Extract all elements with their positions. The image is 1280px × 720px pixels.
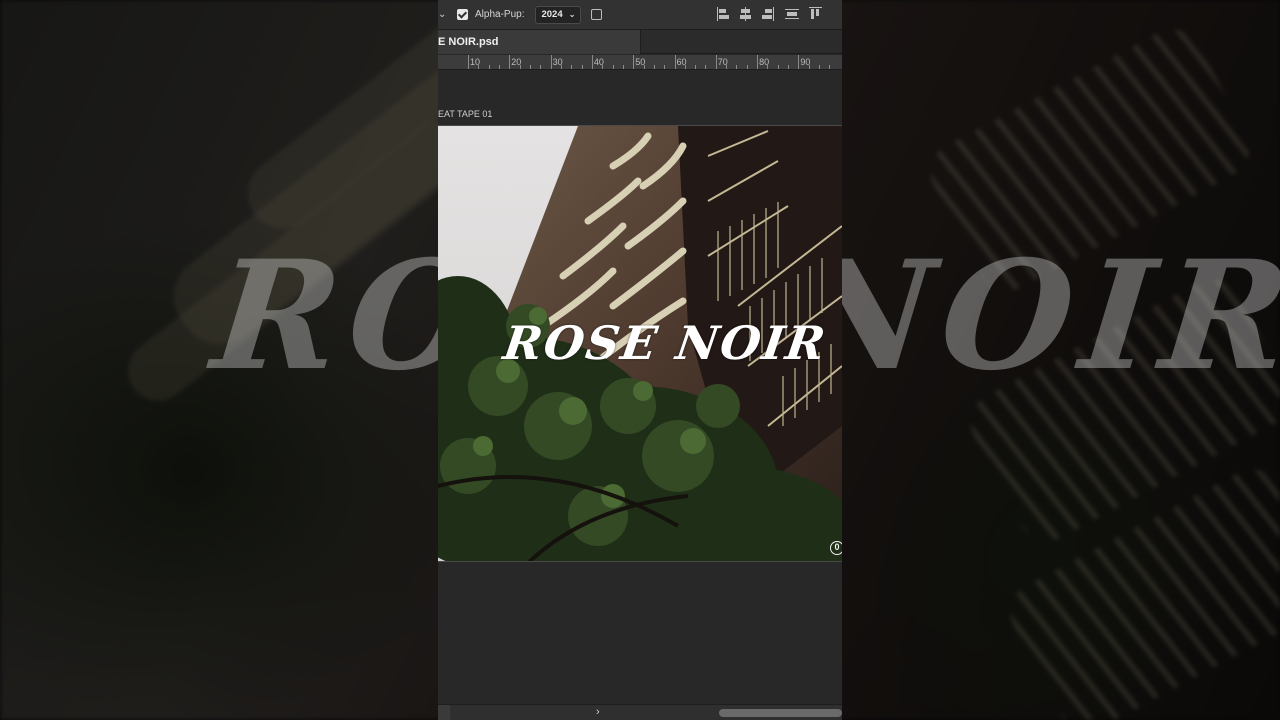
ruler-minor-mark bbox=[684, 65, 686, 69]
ruler-minor-mark bbox=[529, 65, 531, 69]
artboard-canvas: ROSE NOIR 0 bbox=[438, 125, 842, 562]
options-bar: ⌄ Alpha-Pup: 2024 ⌄ bbox=[438, 0, 842, 30]
ruler-minor-mark bbox=[560, 65, 562, 69]
ruler-major-mark bbox=[468, 55, 469, 69]
ruler-minor-mark bbox=[819, 65, 821, 69]
ruler-minor-mark bbox=[612, 65, 614, 69]
chevron-right-icon[interactable]: › bbox=[596, 706, 600, 718]
auto-select-checkbox[interactable] bbox=[457, 9, 468, 20]
distribute-vertical-icon[interactable] bbox=[784, 6, 800, 22]
horizontal-scrollbar[interactable]: › bbox=[438, 704, 842, 720]
ruler-minor-mark bbox=[736, 65, 738, 69]
ruler-minor-mark bbox=[622, 65, 624, 69]
document-tab[interactable]: E NOIR.psd bbox=[438, 30, 641, 54]
document-tab-bar: E NOIR.psd bbox=[438, 30, 842, 54]
ruler-minor-mark bbox=[777, 65, 779, 69]
align-horizontal-centers-icon[interactable] bbox=[739, 6, 753, 22]
ruler-major-mark bbox=[674, 55, 676, 69]
photoshop-window: ⌄ Alpha-Pup: 2024 ⌄ E NOIR.psd 10 20 30 … bbox=[438, 0, 842, 720]
scrollbar-thumb[interactable] bbox=[719, 709, 842, 717]
ruler-major-mark bbox=[591, 55, 593, 69]
ruler-minor-mark bbox=[653, 65, 655, 69]
horizontal-ruler: 10 20 30 40 50 60 70 80 90 bbox=[438, 55, 842, 70]
show-transform-controls-checkbox[interactable] bbox=[591, 9, 603, 20]
ruler-major-mark bbox=[509, 55, 511, 69]
ruler-minor-mark bbox=[478, 65, 480, 69]
ruler-minor-mark bbox=[767, 65, 769, 69]
ruler-minor-mark bbox=[746, 65, 748, 69]
ruler-minor-mark bbox=[643, 65, 645, 69]
align-left-edges-icon[interactable] bbox=[716, 6, 730, 22]
ruler-minor-mark bbox=[540, 65, 542, 69]
ruler-major-mark bbox=[798, 55, 800, 69]
chevron-down-icon[interactable]: ⌄ bbox=[438, 9, 446, 20]
ruler-major-mark bbox=[757, 55, 759, 69]
align-top-edges-icon[interactable] bbox=[808, 6, 822, 22]
ruler-minor-mark bbox=[519, 65, 521, 69]
ruler-minor-mark bbox=[488, 65, 490, 69]
chevron-down-icon: ⌄ bbox=[568, 10, 576, 19]
ruler-minor-mark bbox=[602, 65, 604, 69]
ruler-minor-mark bbox=[664, 65, 666, 69]
auto-select-dropdown[interactable]: 2024 ⌄ bbox=[535, 5, 582, 24]
artboard-label[interactable]: EAT TAPE 01 bbox=[438, 109, 492, 119]
ruler-major-mark bbox=[715, 55, 717, 69]
align-controls bbox=[716, 6, 831, 22]
dropdown-value: 2024 bbox=[541, 9, 563, 20]
ruler-major-mark bbox=[550, 55, 552, 69]
scrollbar-left-cap bbox=[438, 705, 450, 720]
align-right-edges-icon[interactable] bbox=[761, 6, 775, 22]
auto-select-label: Alpha-Pup: bbox=[475, 9, 525, 20]
ruler-major-mark bbox=[633, 55, 635, 69]
ruler-minor-mark bbox=[829, 65, 831, 69]
ruler-minor-mark bbox=[808, 65, 810, 69]
ruler-minor-mark bbox=[498, 65, 500, 69]
info-icon: 0 bbox=[830, 541, 842, 555]
ruler-minor-mark bbox=[581, 65, 583, 69]
artboard-title-text[interactable]: ROSE NOIR bbox=[500, 316, 830, 370]
ruler-minor-mark bbox=[726, 65, 728, 69]
ruler-minor-mark bbox=[695, 65, 697, 69]
ruler-minor-mark bbox=[705, 65, 707, 69]
ruler-minor-mark bbox=[788, 65, 790, 69]
ruler-minor-mark bbox=[571, 65, 573, 69]
